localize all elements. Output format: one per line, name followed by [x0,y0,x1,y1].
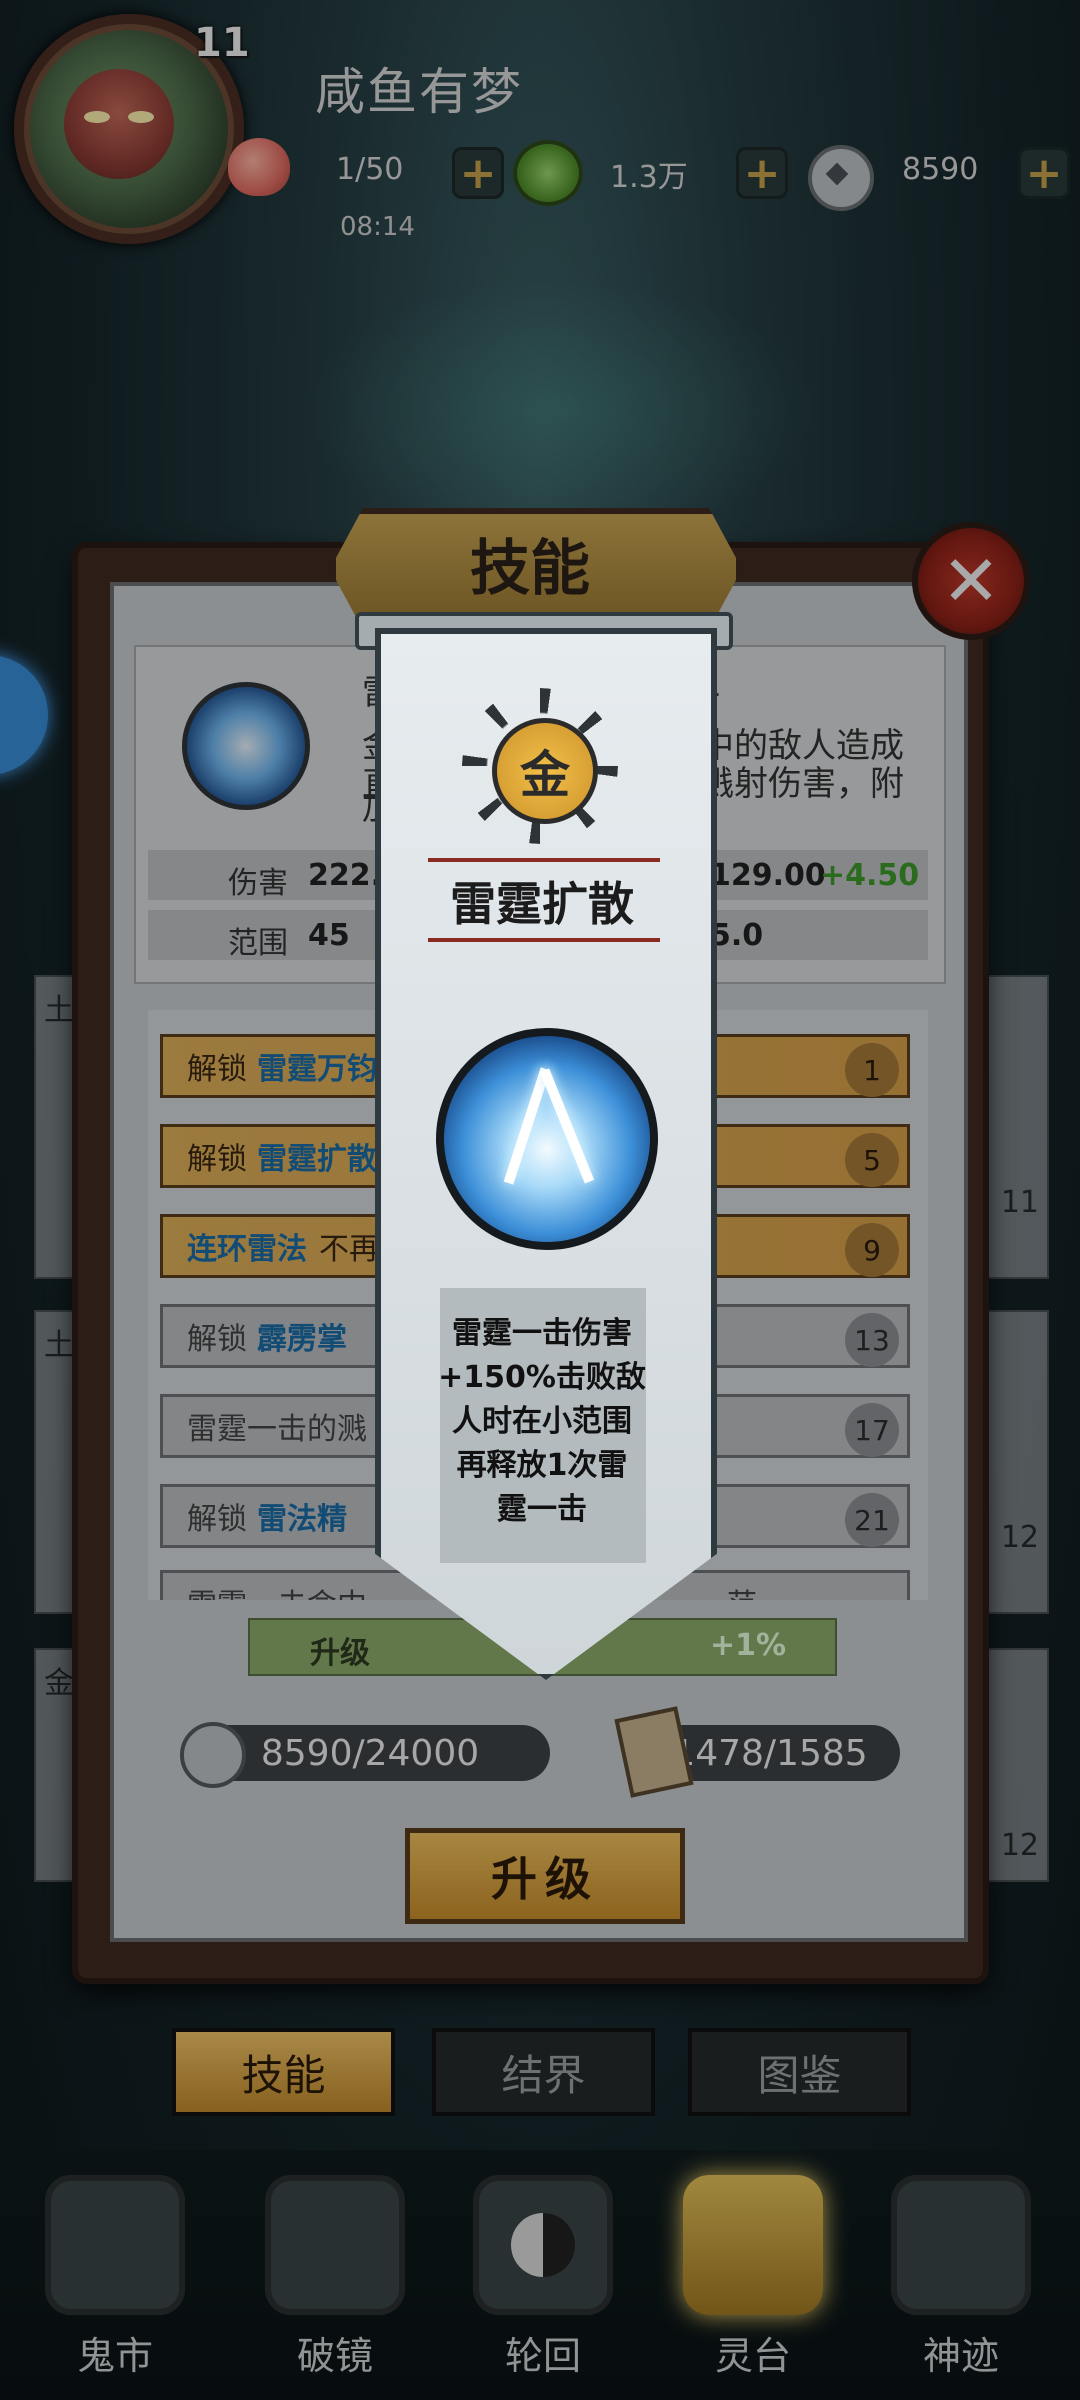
description-line: 再释放1次雷 [456,1448,628,1483]
lightning-skill-icon [436,1028,658,1250]
banner-skill-title: 雷霆扩散 [450,877,634,931]
description-line: +150%击败敌 [438,1360,646,1395]
description-line: 霆一击 [497,1492,587,1527]
banner-description: 雷霆一击伤害 +150%击败敌 人时在小范围 再释放1次雷 霆一击 [430,1312,654,1532]
description-line: 人时在小范围 [452,1404,632,1439]
description-line: 雷霆一击伤害 [452,1316,632,1351]
title-divider [428,938,660,942]
title-divider [428,858,660,862]
element-badge: 金 [492,718,598,824]
